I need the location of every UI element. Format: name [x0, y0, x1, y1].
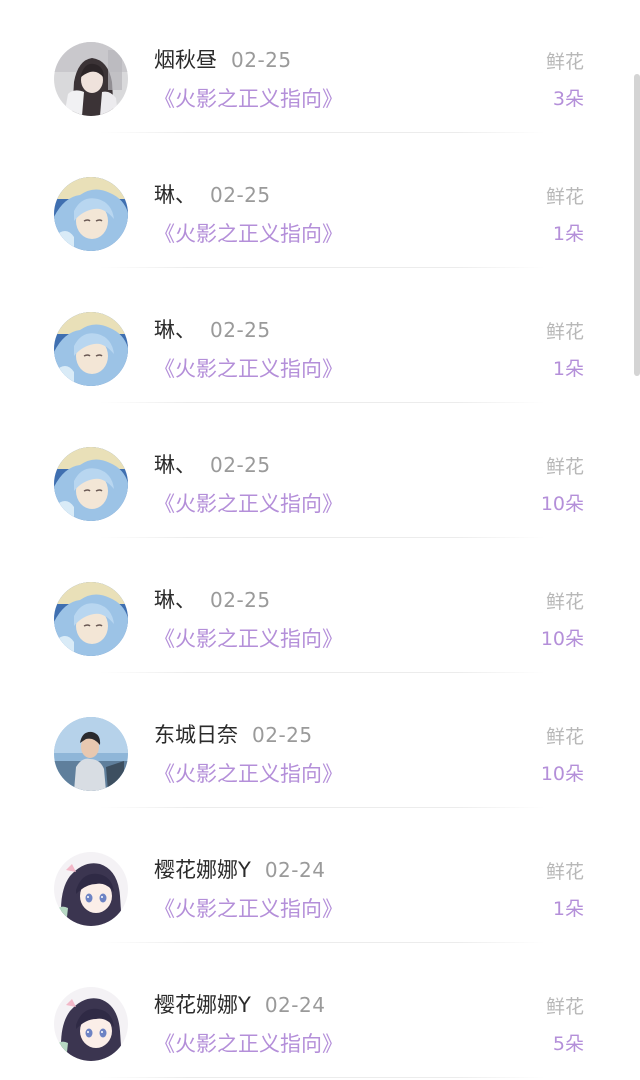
list-item[interactable]: 樱花娜娜Y 02-24 《火影之正义指向》 鲜花 5朵: [0, 945, 640, 1080]
book-title-link[interactable]: 《火影之正义指向》: [154, 355, 343, 383]
list-item[interactable]: 樱花娜娜Y 02-24 《火影之正义指向》 鲜花 1朵: [0, 810, 640, 945]
gift-date: 02-25: [210, 318, 271, 342]
divider: [100, 132, 545, 133]
gift-type-label: 鲜花: [545, 996, 584, 1018]
user-name: 琳、 02-25: [154, 453, 271, 477]
avatar-anime-girl-icon: [54, 852, 128, 926]
list-item[interactable]: 琳、 02-25 《火影之正义指向》 鲜花 10朵: [0, 540, 640, 675]
divider: [100, 807, 545, 808]
avatar-blue-hair-anime-icon: [54, 312, 128, 386]
gift-type-label: 鲜花: [545, 51, 584, 73]
list-item[interactable]: 琳、 02-25 《火影之正义指向》 鲜花 10朵: [0, 405, 640, 540]
gift-type-label: 鲜花: [545, 591, 584, 613]
book-title-link[interactable]: 《火影之正义指向》: [154, 1030, 343, 1058]
gift-count: 10朵: [540, 493, 584, 515]
divider: [100, 942, 545, 943]
divider: [100, 267, 545, 268]
gift-count: 10朵: [540, 763, 584, 785]
book-title-link[interactable]: 《火影之正义指向》: [154, 85, 343, 113]
gift-date: 02-24: [264, 858, 326, 882]
avatar-anime-girl-icon: [54, 987, 128, 1061]
book-title-link[interactable]: 《火影之正义指向》: [154, 760, 343, 788]
user-name: 琳、 02-25: [154, 183, 271, 207]
book-title-link[interactable]: 《火影之正义指向》: [154, 625, 343, 653]
gift-type-label: 鲜花: [545, 861, 584, 883]
gift-type-label: 鲜花: [545, 321, 584, 343]
gift-count: 10朵: [540, 628, 584, 650]
gift-date: 02-24: [264, 993, 326, 1017]
gift-date: 02-25: [210, 183, 271, 207]
book-title-link[interactable]: 《火影之正义指向》: [154, 895, 343, 923]
avatar[interactable]: [54, 987, 128, 1061]
avatar[interactable]: [54, 852, 128, 926]
gift-type-label: 鲜花: [545, 726, 584, 748]
avatar[interactable]: [54, 42, 128, 116]
avatar-blue-hair-anime-icon: [54, 582, 128, 656]
user-name: 烟秋昼 02-25: [154, 48, 292, 72]
user-name: 琳、 02-25: [154, 318, 271, 342]
list-item[interactable]: 烟秋昼 02-25 《火影之正义指向》 鲜花 3朵: [0, 0, 640, 135]
user-name: 琳、 02-25: [154, 588, 271, 612]
gift-count: 1朵: [552, 358, 584, 380]
scrollbar[interactable]: [634, 74, 640, 376]
gift-date: 02-25: [231, 48, 292, 72]
avatar[interactable]: [54, 582, 128, 656]
gift-date: 02-25: [210, 453, 271, 477]
avatar[interactable]: [54, 447, 128, 521]
avatar[interactable]: [54, 312, 128, 386]
list-item[interactable]: 东城日奈 02-25 《火影之正义指向》 鲜花 10朵: [0, 675, 640, 810]
gift-record-list: 烟秋昼 02-25 《火影之正义指向》 鲜花 3朵 琳、 02-25 《火影之正义指…: [0, 0, 640, 1080]
avatar-photo-person-icon: [54, 717, 128, 791]
gift-count: 1朵: [552, 223, 584, 245]
gift-count: 3朵: [552, 88, 584, 110]
divider: [100, 402, 545, 403]
gift-type-label: 鲜花: [545, 456, 584, 478]
divider: [100, 672, 545, 673]
gift-date: 02-25: [210, 588, 271, 612]
user-name: 樱花娜娜Y 02-24: [154, 993, 326, 1017]
avatar-blue-hair-anime-icon: [54, 447, 128, 521]
avatar-blue-hair-anime-icon: [54, 177, 128, 251]
avatar[interactable]: [54, 177, 128, 251]
avatar-girl-dark-hair-icon: [54, 42, 128, 116]
gift-type-label: 鲜花: [545, 186, 584, 208]
gift-count: 5朵: [552, 1033, 584, 1055]
book-title-link[interactable]: 《火影之正义指向》: [154, 490, 343, 518]
user-name: 樱花娜娜Y 02-24: [154, 858, 326, 882]
list-item[interactable]: 琳、 02-25 《火影之正义指向》 鲜花 1朵: [0, 270, 640, 405]
gift-count: 1朵: [552, 898, 584, 920]
user-name: 东城日奈 02-25: [154, 723, 313, 747]
book-title-link[interactable]: 《火影之正义指向》: [154, 220, 343, 248]
divider: [100, 537, 545, 538]
list-item[interactable]: 琳、 02-25 《火影之正义指向》 鲜花 1朵: [0, 135, 640, 270]
gift-date: 02-25: [252, 723, 313, 747]
avatar[interactable]: [54, 717, 128, 791]
